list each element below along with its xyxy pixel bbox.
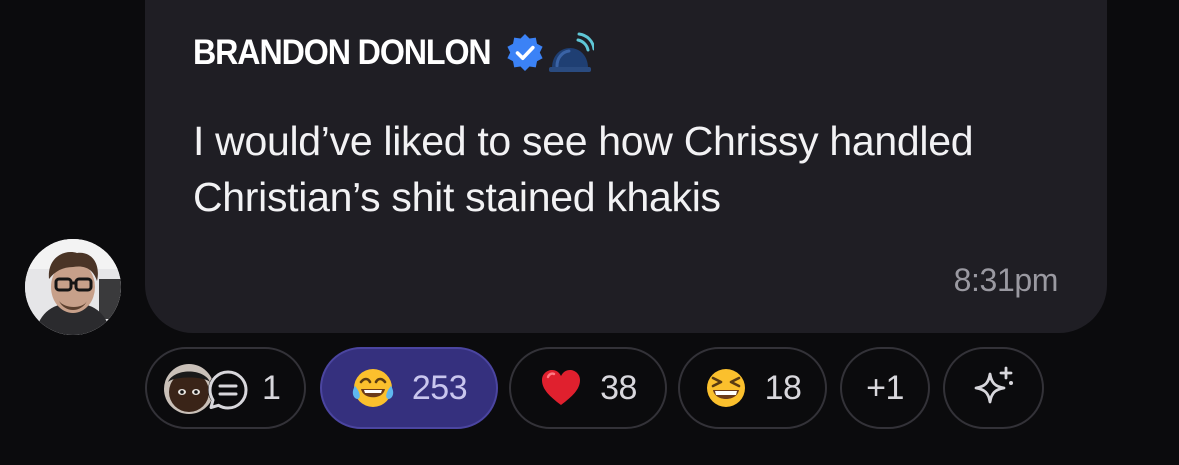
sparkle-icon (974, 366, 1013, 404)
message-timestamp: 8:31pm (953, 262, 1059, 298)
chat-message-screen: BRANDON DONLON I would’ve liked to see h… (0, 0, 1179, 465)
face-with-tears-of-joy-icon (352, 369, 394, 407)
chat-bubble-icon (208, 370, 248, 410)
verified-icon (507, 34, 544, 71)
more-reactions-label: +1 (866, 368, 904, 407)
reaction-laugh-count: 253 (411, 368, 468, 407)
siren-icon (549, 32, 595, 72)
replies-count: 1 (262, 369, 281, 407)
sender-header: BRANDON DONLON (193, 30, 595, 76)
message-bubble[interactable]: BRANDON DONLON I would’ve liked to see h… (145, 0, 1107, 333)
add-reaction-button[interactable] (943, 347, 1044, 429)
red-heart-icon (542, 370, 581, 405)
sender-name[interactable]: BRANDON DONLON (193, 33, 492, 73)
reaction-heart-button[interactable]: 38 (509, 347, 667, 429)
more-reactions-button[interactable]: +1 (840, 347, 930, 429)
reaction-heart-count: 38 (600, 368, 637, 407)
reaction-grin-count: 18 (764, 368, 802, 407)
message-text: I would’ve liked to see how Chrissy hand… (193, 118, 974, 220)
reaction-grin-button[interactable]: 18 (678, 347, 827, 429)
grinning-squinting-face-icon (706, 369, 745, 407)
reaction-laugh-button[interactable]: 253 (320, 347, 498, 429)
sender-avatar[interactable] (25, 239, 121, 335)
replies-button[interactable]: 1 (145, 347, 306, 429)
